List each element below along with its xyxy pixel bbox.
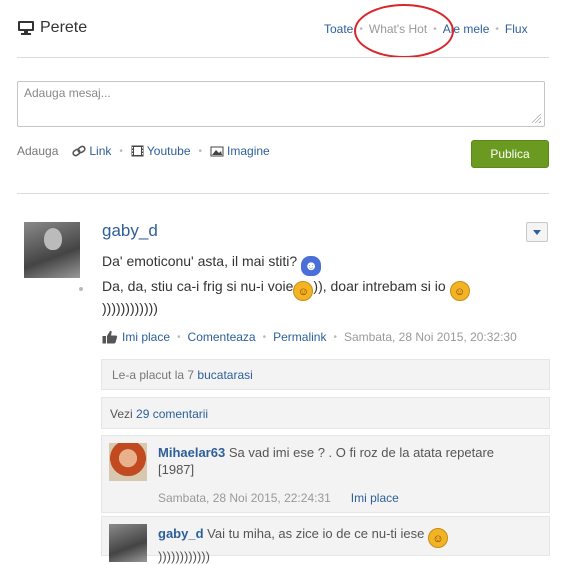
message-box [17,81,545,127]
comment-text: gaby_d Vai tu miha, as zice io de ce nu-… [158,525,528,565]
divider [17,57,549,58]
post-options-button[interactable] [526,222,548,242]
like-link[interactable]: Imi place [122,330,170,344]
link-icon [72,145,86,157]
likes-count: 7 [187,368,195,382]
attach-image-label: Imagine [227,144,270,158]
chevron-down-icon [533,229,541,235]
divider [17,193,549,194]
image-icon [210,146,224,156]
comment-text: Mihaelar63 Sa vad imi ese ? . O fi roz d… [158,445,495,477]
feed-filters: Toate • What's Hot • Ale mele • Flux [324,22,528,36]
attach-link-label: Link [89,144,112,158]
attach-link[interactable]: Link [72,144,111,158]
avatar-corner [79,287,83,291]
likers-link[interactable]: bucatarasi [197,368,252,382]
comment-link[interactable]: Comenteaza [188,330,256,344]
post-body-line3: )))))))))))) [102,300,158,316]
comment-author[interactable]: Mihaelar63 [158,445,225,460]
attach-image[interactable]: Imagine [210,144,270,158]
comment-author[interactable]: gaby_d [158,526,204,541]
emoticon-icon: ☺ [428,528,449,548]
comment-date: Sambata, 28 Noi 2015, 22:24:31 [158,491,331,505]
view-comments-link[interactable]: 29 comentarii [136,407,208,421]
comments-summary: Vezi 29 comentarii [101,397,550,429]
wall-title: Perete [18,19,87,37]
avatar[interactable] [24,222,80,278]
message-input[interactable] [18,82,544,126]
attach-youtube-label: Youtube [146,144,191,158]
attach-label: Adauga [17,144,59,158]
attach-youtube[interactable]: Youtube [131,144,191,158]
avatar[interactable] [109,443,147,481]
likes-summary: Le-a placut la 7 bucatarasi [101,359,550,390]
dancing-emoticon-icon: ☻ [301,256,322,276]
filter-flux[interactable]: Flux [505,22,528,36]
monitor-icon [18,21,34,35]
filter-toate[interactable]: Toate [324,22,353,36]
comment-item: Mihaelar63 Sa vad imi ese ? . O fi roz d… [101,435,550,513]
filter-whats-hot[interactable]: What's Hot [369,22,427,36]
post-actions: Imi place • Comenteaza • Permalink • Sam… [102,330,517,344]
permalink-link[interactable]: Permalink [273,330,326,344]
comment-meta: Sambata, 28 Noi 2015, 22:24:31 Imi place [158,491,399,505]
comment-like-link[interactable]: Imi place [351,491,399,505]
attach-bar: Adauga Link • Youtube • Imagine [17,144,270,158]
wall-title-label: Perete [40,19,88,36]
film-icon [131,145,144,157]
thumbs-up-icon [102,330,118,344]
post-author[interactable]: gaby_d [102,221,158,241]
post-body-line1: Da' emoticonu' asta, il mai stiti? ☻ [102,251,542,276]
avatar[interactable] [109,524,147,562]
comment-item: gaby_d Vai tu miha, as zice io de ce nu-… [101,516,550,564]
filter-ale-mele[interactable]: Ale mele [443,22,490,36]
publish-button[interactable]: Publica [471,140,549,168]
resize-grip-icon[interactable] [532,114,541,123]
post-date: Sambata, 28 Noi 2015, 20:32:30 [343,330,517,344]
